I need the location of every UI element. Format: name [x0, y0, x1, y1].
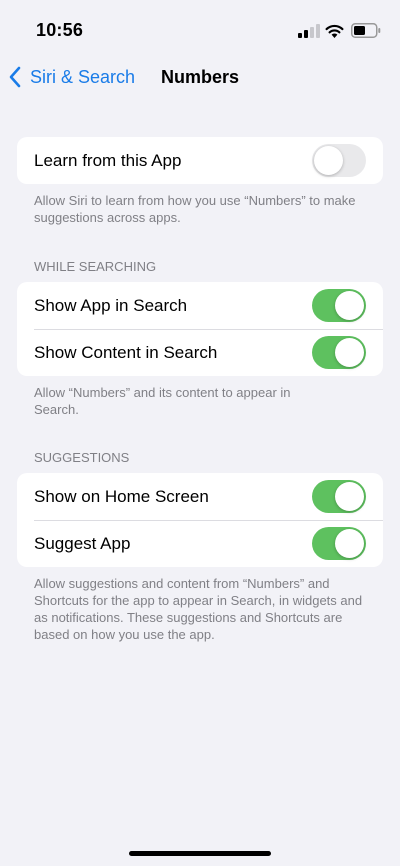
back-button-label: Siri & Search [30, 66, 136, 87]
toggle-knob [314, 146, 343, 175]
show-app-in-search-toggle[interactable] [312, 289, 366, 322]
show-app-in-search-label: Show App in Search [34, 296, 188, 315]
status-bar: 10:56 [0, 0, 400, 60]
show-on-home-screen-toggle[interactable] [312, 480, 366, 513]
while-searching-footnote: Allow “Numbers” and its content to appea… [34, 385, 291, 417]
page-title: Numbers [161, 67, 240, 87]
show-content-in-search-label: Show Content in Search [34, 343, 218, 362]
status-time: 10:56 [36, 20, 84, 40]
battery-icon [351, 23, 381, 38]
show-content-in-search-row: Show Content in Search [17, 329, 383, 376]
learn-from-app-row: Learn from this App [17, 137, 383, 184]
suggest-app-toggle[interactable] [312, 527, 366, 560]
back-button[interactable]: Siri & Search [8, 64, 135, 90]
suggest-app-label: Suggest App [34, 534, 131, 553]
navigation-bar: Siri & Search Numbers [0, 60, 400, 94]
toggle-knob [335, 529, 364, 558]
toggle-knob [335, 291, 364, 320]
suggestions-group: Show on Home Screen Suggest App [17, 473, 383, 567]
learn-from-app-toggle[interactable] [312, 144, 366, 177]
show-app-in-search-row: Show App in Search [17, 282, 383, 329]
chevron-left-icon [9, 66, 21, 88]
suggestions-header: SUGGESTIONS [34, 450, 130, 465]
suggestions-footnote: Allow suggestions and content from “Numb… [34, 576, 363, 642]
learn-from-app-label: Learn from this App [34, 151, 182, 170]
show-on-home-screen-label: Show on Home Screen [34, 487, 209, 506]
while-searching-group: Show App in Search Show Content in Searc… [17, 282, 383, 376]
show-on-home-screen-row: Show on Home Screen [17, 473, 383, 520]
learn-footnote: Allow Siri to learn from how you use “Nu… [34, 193, 356, 225]
toggle-knob [335, 338, 364, 367]
suggest-app-row: Suggest App [17, 520, 383, 567]
cellular-signal-icon [298, 24, 320, 38]
show-content-in-search-toggle[interactable] [312, 336, 366, 369]
toggle-knob [335, 482, 364, 511]
wifi-icon [325, 24, 344, 38]
learn-group: Learn from this App [17, 137, 383, 184]
while-searching-header: WHILE SEARCHING [34, 259, 157, 274]
home-indicator[interactable] [129, 851, 271, 856]
